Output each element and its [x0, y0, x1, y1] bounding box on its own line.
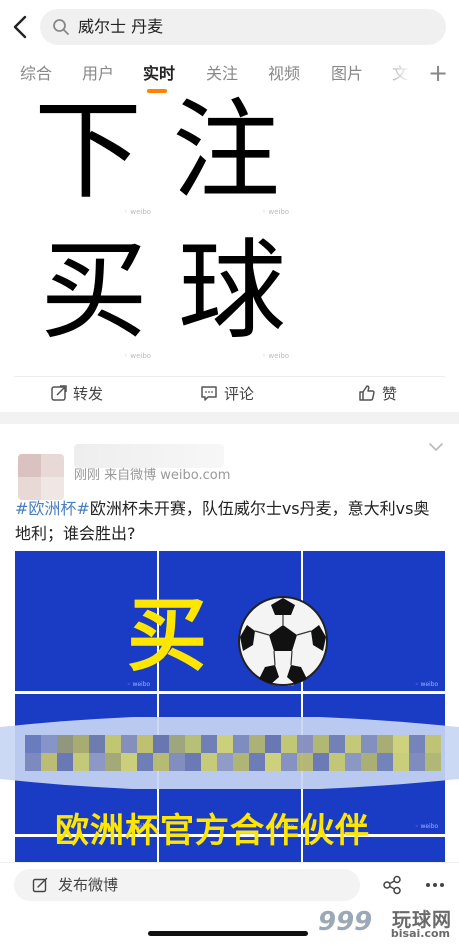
- site-watermark-logo: 999 玩球网 bisai.com: [318, 905, 458, 945]
- image-watermark: ◦ weibo: [262, 208, 290, 216]
- image-watermark: ◦ weibo: [124, 352, 152, 360]
- edit-icon: [32, 877, 48, 893]
- search-icon: [53, 19, 69, 35]
- image-watermark: ◦ weibo: [127, 681, 151, 688]
- tab-realtime[interactable]: 实时: [143, 64, 175, 84]
- home-indicator: [148, 931, 308, 936]
- pixelated-mosaic: [0, 717, 459, 789]
- card-gap: [0, 412, 459, 424]
- repost-button[interactable]: 转发: [73, 384, 103, 404]
- share-icon[interactable]: [382, 875, 402, 895]
- image-char: 注: [172, 89, 281, 214]
- image-grid[interactable]: ◦ weibo ◦ weibo ◦ weibo ◦ weibo ◦ weibo …: [0, 551, 459, 862]
- watermark-url: bisai.com: [390, 927, 450, 940]
- image-char: 下: [34, 89, 143, 214]
- image-headline: 买: [127, 589, 207, 682]
- top-bar: 威尔士 丹麦: [0, 0, 459, 54]
- soccer-ball-icon: [238, 596, 328, 686]
- tab-images[interactable]: 图片: [331, 64, 363, 84]
- tab-video[interactable]: 视频: [268, 64, 300, 84]
- active-tab-indicator: [147, 89, 167, 93]
- post-card: 刚刚 来自微博 weibo.com #欧洲杯#欧洲杯未开赛，队伍威尔士vs丹麦，…: [0, 424, 459, 862]
- avatar[interactable]: [18, 454, 64, 500]
- tab-fade: [380, 56, 420, 94]
- comment-button[interactable]: 评论: [224, 384, 254, 404]
- tab-following[interactable]: 关注: [206, 64, 238, 84]
- image-watermark: ◦ weibo: [124, 208, 152, 216]
- watermark-number: 999: [318, 907, 373, 937]
- like-button[interactable]: 赞: [382, 384, 397, 404]
- image-watermark: ◦ weibo: [415, 823, 439, 830]
- back-arrow-icon[interactable]: [8, 12, 34, 42]
- add-tab-icon[interactable]: +: [428, 59, 448, 87]
- image-watermark: ◦ weibo: [415, 681, 439, 688]
- comment-icon[interactable]: [200, 384, 218, 402]
- username-blurred[interactable]: [74, 444, 224, 468]
- image-char: 球: [178, 229, 287, 354]
- tab-users[interactable]: 用户: [82, 64, 114, 84]
- divider: [14, 376, 445, 377]
- hashtag-link[interactable]: #欧洲杯#: [15, 499, 90, 518]
- chevron-down-icon[interactable]: [428, 442, 444, 452]
- post-card: 下 注 ◦ weibo ◦ weibo 买 球 ◦ weibo ◦ weibo …: [0, 89, 459, 412]
- search-query: 威尔士 丹麦: [78, 17, 164, 36]
- post-text: #欧洲杯#欧洲杯未开赛，队伍威尔士vs丹麦，意大利vs奥地利；谁会胜出?: [15, 496, 445, 546]
- compose-label: 发布微博: [58, 876, 119, 894]
- compose-button[interactable]: 发布微博: [14, 869, 360, 901]
- tab-comprehensive[interactable]: 综合: [20, 64, 52, 84]
- more-icon[interactable]: [424, 875, 446, 895]
- like-icon[interactable]: [358, 384, 376, 402]
- image-char: 买: [40, 229, 149, 354]
- image-caption: 欧洲杯官方合作伙伴: [55, 811, 370, 851]
- image-watermark: ◦ weibo: [262, 352, 290, 360]
- bottom-bar: 发布微博 999 玩球网 bisai.com: [0, 862, 459, 945]
- post-meta: 刚刚 来自微博 weibo.com: [74, 468, 231, 483]
- search-input[interactable]: 威尔士 丹麦: [40, 9, 446, 45]
- repost-icon[interactable]: [50, 384, 68, 402]
